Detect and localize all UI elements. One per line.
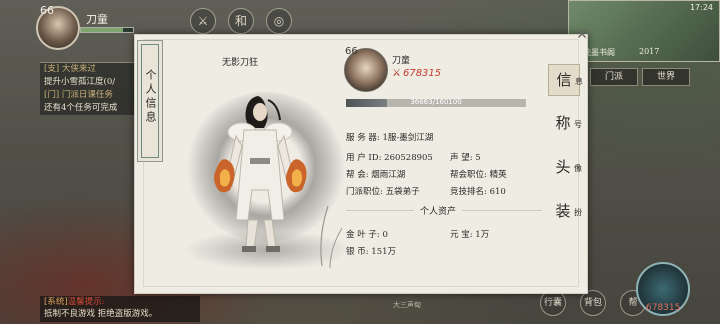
yuanbao-label: 元 宝: xyxy=(450,230,473,240)
chat-text: [系统] xyxy=(44,297,68,307)
sect-rank-value: 五袋弟子 xyxy=(385,187,420,197)
arena-rank-value: 610 xyxy=(489,187,506,197)
guild-rank-label: 帮会职位: xyxy=(450,170,487,180)
arena-rank-label: 竞技排名: xyxy=(450,187,487,197)
tab-outfit[interactable]: 装 扮 xyxy=(548,196,582,226)
tab-outfit-label: 装 xyxy=(555,202,571,220)
quest-line: 提升小雪孤江度(0/ xyxy=(44,77,116,87)
harmony-icon[interactable]: 和 xyxy=(228,8,254,34)
reputation-label: 声 望: xyxy=(450,153,473,163)
tab-info-sub: 息 xyxy=(575,77,583,86)
tab-avatar[interactable]: 头 像 xyxy=(548,152,582,182)
tab-info[interactable]: 信 息 xyxy=(548,64,583,96)
player-hp-bar xyxy=(80,27,134,33)
arena-rank-row: 竞技排名: 610 xyxy=(450,185,506,197)
uid-label: 用 户 ID: xyxy=(346,153,382,163)
server-label: 服 务 器: xyxy=(346,133,380,143)
yuanbao-value: 1万 xyxy=(475,230,490,240)
quest-tracker[interactable]: [支] 大侠来过提升小雪孤江度(0/ [门] 门派日课任务 还有4个任务可完成 xyxy=(40,62,140,115)
guild-label: 帮 会: xyxy=(346,170,369,180)
silver-label: 银 币: xyxy=(346,247,369,257)
guild-row: 帮 会: 烟雨江湖 xyxy=(346,168,405,180)
character-figure xyxy=(214,96,343,269)
silver-value: 151万 xyxy=(371,247,397,257)
close-icon[interactable]: ✕ xyxy=(574,27,590,43)
sword-icon[interactable]: ⚔ xyxy=(190,8,216,34)
reputation-row: 声 望: 5 xyxy=(450,151,481,163)
gold-leaf-label: 金 叶 子: xyxy=(346,230,380,240)
tab-avatar-label: 头 xyxy=(555,158,571,176)
footer-note: 大三声甸 xyxy=(393,301,421,309)
gold-leaf-row: 金 叶 子: 0 xyxy=(346,228,388,240)
server-row: 服 务 器: 1服-墨剑江湖 xyxy=(346,131,433,143)
skill-power-value: 678315 xyxy=(646,303,681,313)
avatar-level: 66 xyxy=(345,46,358,57)
uid-value: 260528905 xyxy=(384,153,433,163)
side-tab-label: 个人信息 xyxy=(144,69,157,125)
reputation-value: 5 xyxy=(475,153,481,163)
tab-sect[interactable]: 门派 xyxy=(590,68,638,86)
minimap[interactable]: 17:24 洗墨书阁 2017 xyxy=(568,0,720,62)
player-name: 刀童 xyxy=(86,13,108,26)
tab-outfit-sub: 扮 xyxy=(574,208,582,217)
player-level: 66 xyxy=(40,4,54,17)
tab-world[interactable]: 世界 xyxy=(642,68,690,86)
quest-line: [门] 门派日课任务 xyxy=(44,90,113,100)
hp-bar: 36663/160100 xyxy=(346,98,526,107)
yuanbao-row: 元 宝: 1万 xyxy=(450,228,489,240)
tab-title-label: 称 xyxy=(555,114,571,132)
tab-avatar-sub: 像 xyxy=(574,164,582,173)
sect-rank-label: 门派职位: xyxy=(346,187,383,197)
coordinate-label: 2017 xyxy=(639,47,660,56)
server-value: 1服-墨剑江湖 xyxy=(382,133,434,143)
chat-line: 抵制不良游戏 拒绝盗版游戏。 xyxy=(40,308,200,320)
sect-rank-row: 门派职位: 五袋弟子 xyxy=(346,185,420,197)
crossed-swords-icon: ⚔ xyxy=(392,68,401,79)
side-tab-personal-info[interactable]: 个人信息 xyxy=(137,40,163,162)
combat-power-value: 678315 xyxy=(402,68,442,79)
combat-power: ⚔ 678315 xyxy=(392,68,441,79)
assets-section-title: 个人资产 xyxy=(414,204,463,217)
tab-title-sub: 号 xyxy=(574,120,582,129)
channel-tabs: 门派 世界 xyxy=(590,68,690,86)
tab-title[interactable]: 称 号 xyxy=(548,108,582,138)
guild-rank-row: 帮会职位: 精英 xyxy=(450,168,507,180)
silver-row: 银 币: 151万 xyxy=(346,245,396,257)
quest-line: 还有4个任务可完成 xyxy=(44,103,118,113)
gold-leaf-value: 0 xyxy=(382,230,388,240)
guild-rank-value: 精英 xyxy=(489,170,507,180)
hp-text: 36663/160100 xyxy=(410,98,462,106)
character-portrait xyxy=(172,70,352,276)
tab-info-label: 信 xyxy=(556,71,572,89)
character-title: 无影刀狂 xyxy=(222,58,259,68)
target-icon[interactable]: ◎ xyxy=(266,8,292,34)
quest-line: [支] 大侠来过 xyxy=(44,64,96,74)
uid-row: 用 户 ID: 260528905 xyxy=(346,151,433,163)
chat-text: 温馨提示: xyxy=(67,297,105,307)
chat-line: [系统]温馨提示: xyxy=(40,296,200,308)
chat-box[interactable]: [系统]温馨提示: 抵制不良游戏 拒绝盗版游戏。 xyxy=(40,296,200,322)
chat-text: 抵制不良游戏 拒绝盗版游戏。 xyxy=(44,309,158,319)
guild-value: 烟雨江湖 xyxy=(371,170,406,180)
top-icon-bar: ⚔ 和 ◎ xyxy=(190,8,292,34)
character-name: 刀童 xyxy=(392,56,411,66)
clock: 17:24 xyxy=(689,3,713,12)
